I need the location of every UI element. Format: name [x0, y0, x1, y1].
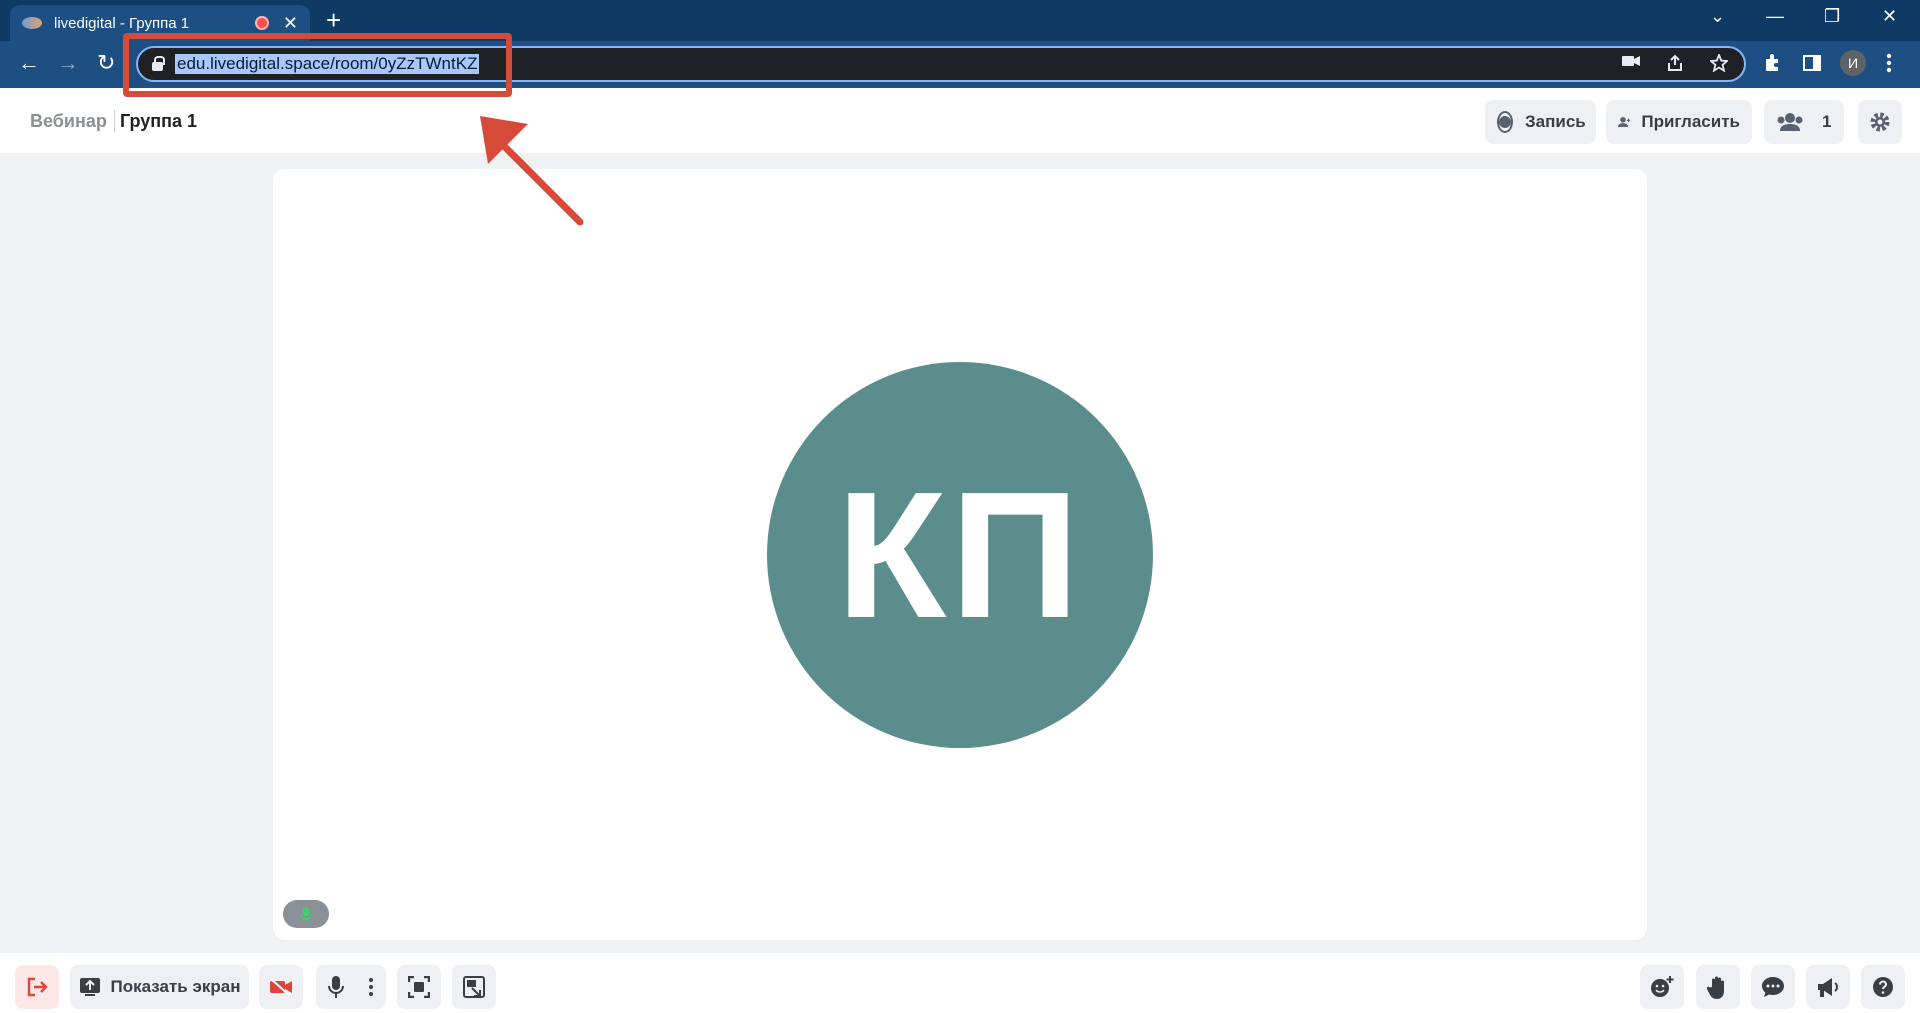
breadcrumb-room: Группа 1	[120, 111, 198, 131]
microphone-button-icon[interactable]	[328, 976, 344, 998]
new-tab-button[interactable]: +	[326, 7, 341, 33]
recording-indicator-icon	[254, 16, 269, 30]
add-user-icon	[1618, 116, 1631, 128]
megaphone-icon	[1818, 978, 1838, 997]
microphone-icon	[301, 907, 311, 921]
url-highlight-box	[123, 33, 512, 97]
chat-bubble-icon	[1762, 977, 1784, 997]
announcements-button[interactable]	[1806, 965, 1850, 1009]
participants-count: 1	[1822, 112, 1832, 131]
picture-in-picture-icon	[463, 976, 485, 998]
video-stage: КП	[273, 169, 1647, 940]
screen-share-icon	[79, 978, 100, 996]
fullscreen-button[interactable]	[397, 965, 441, 1009]
more-menu-icon[interactable]	[1886, 53, 1892, 73]
emoji-add-icon	[1651, 976, 1674, 997]
participant-avatar: КП	[767, 362, 1153, 748]
close-window-button[interactable]: ✕	[1882, 6, 1897, 27]
annotation-arrow-icon	[480, 116, 584, 226]
mic-control-group	[316, 965, 386, 1009]
record-button[interactable]: Запись	[1485, 100, 1596, 144]
participants-icon	[1777, 113, 1803, 131]
record-icon	[1497, 111, 1513, 133]
mic-status-badge	[283, 900, 329, 928]
layout-button[interactable]	[452, 965, 496, 1009]
breadcrumb-divider	[114, 110, 115, 132]
invite-label: Пригласить	[1641, 112, 1740, 131]
share-screen-label: Показать экран	[110, 977, 241, 996]
share-screen-button[interactable]: Показать экран	[70, 965, 249, 1009]
star-icon[interactable]	[1710, 54, 1728, 72]
forward-button[interactable]: →	[57, 51, 79, 75]
tab-search-icon[interactable]: ⌄	[1710, 6, 1725, 27]
participants-button[interactable]: 1	[1764, 100, 1844, 144]
leave-button[interactable]	[15, 965, 59, 1009]
app-header: Вебинар Группа 1 Запись Пригласить 1	[0, 88, 1920, 153]
gear-icon	[1870, 112, 1890, 132]
back-button[interactable]: ←	[18, 51, 40, 75]
camera-off-icon	[270, 978, 292, 996]
mic-options-icon[interactable]	[368, 977, 374, 997]
share-icon[interactable]	[1666, 54, 1684, 72]
restore-button[interactable]: ❐	[1824, 6, 1840, 27]
reactions-button[interactable]	[1640, 965, 1684, 1009]
breadcrumb-section[interactable]: Вебинар	[30, 111, 107, 132]
favicon-icon	[22, 17, 42, 29]
chat-button[interactable]	[1751, 965, 1795, 1009]
tab-close-icon[interactable]: ✕	[283, 13, 298, 34]
exit-icon	[27, 977, 48, 997]
help-icon	[1873, 977, 1893, 997]
profile-avatar[interactable]: И	[1840, 50, 1866, 76]
reload-button[interactable]: ↻	[97, 51, 115, 75]
bottom-controls-bar: Показать экран	[0, 953, 1920, 1013]
minimize-button[interactable]: —	[1766, 6, 1784, 27]
hand-icon	[1707, 976, 1724, 999]
raise-hand-button[interactable]	[1696, 965, 1740, 1009]
extensions-icon[interactable]	[1763, 53, 1783, 73]
tab-title: livedigital - Группа 1	[54, 14, 190, 32]
sidebar-icon[interactable]	[1802, 53, 1822, 73]
camera-toggle-button[interactable]	[259, 965, 303, 1009]
settings-button[interactable]	[1858, 100, 1902, 144]
camera-icon[interactable]	[1622, 54, 1640, 68]
record-label: Запись	[1525, 112, 1586, 131]
invite-button[interactable]: Пригласить	[1606, 100, 1752, 144]
help-button[interactable]	[1861, 965, 1905, 1009]
focus-frame-icon	[408, 976, 430, 998]
